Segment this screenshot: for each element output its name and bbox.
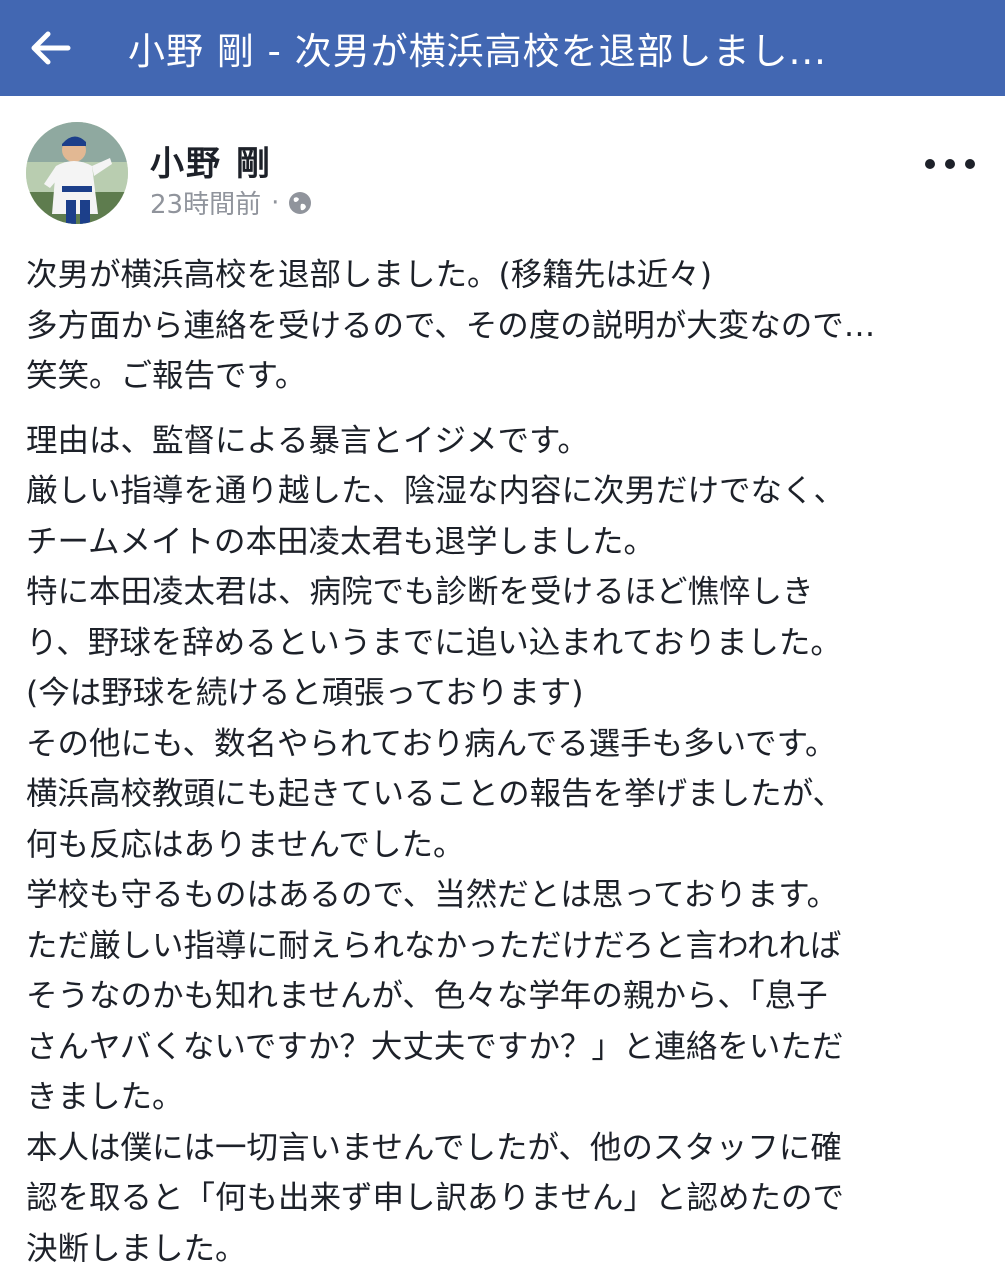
post-line: り、野球を辞めるというまでに追い込まれておりました。	[26, 618, 986, 669]
post-line: 笑笑。ご報告です。	[26, 351, 986, 402]
post-paragraph: 次男が横浜高校を退部しました。(移籍先は近々) 多方面から連絡を受けるので、その…	[26, 250, 986, 402]
avatar-image	[26, 122, 128, 224]
more-dot-icon	[945, 159, 955, 169]
post-timestamp[interactable]: 23時間前	[150, 184, 261, 221]
post-line: 次男が横浜高校を退部しました。(移籍先は近々)	[26, 250, 986, 301]
post-line: 特に本田凌太君は、病院でも診断を受けるほど憔悴しき	[26, 567, 986, 618]
globe-icon	[287, 190, 313, 216]
more-dot-icon	[965, 159, 975, 169]
post-line: 理由は、監督による暴言とイジメです。	[26, 416, 986, 467]
post-header: 小野 剛 23時間前 ·	[0, 96, 1005, 236]
post-line: 決断しました。	[26, 1224, 986, 1274]
post-line: 認を取ると「何も出来ず申し訳ありません」と認めたので	[26, 1173, 986, 1224]
post-line: (今は野球を続けると頑張っております)	[26, 668, 986, 719]
post-paragraph: 理由は、監督による暴言とイジメです。 厳しい指導を通り越した、陰湿な内容に次男だ…	[26, 416, 986, 1274]
post-line: さんヤバくないですか？大丈夫ですか？」と連絡をいただ	[26, 1022, 986, 1073]
post-line: 横浜高校教頭にも起きていることの報告を挙げましたが、	[26, 769, 986, 820]
back-arrow-icon	[28, 30, 72, 66]
post-line: 学校も守るものはあるので、当然だとは思っております。	[26, 870, 986, 921]
app-bar: 小野 剛 - 次男が横浜高校を退部しまし...	[0, 0, 1005, 96]
post-line: 厳しい指導を通り越した、陰湿な内容に次男だけでなく、	[26, 466, 986, 517]
page-title: 小野 剛 - 次男が横浜高校を退部しまし...	[128, 21, 827, 75]
post-line: 多方面から連絡を受けるので、その度の説明が大変なので…	[26, 301, 986, 352]
post-meta: 23時間前 ·	[150, 184, 313, 221]
back-button[interactable]	[0, 0, 100, 96]
post-line: 何も反応はありませんでした。	[26, 820, 986, 871]
post-line: チームメイトの本田凌太君も退学しました。	[26, 517, 986, 568]
post-line: その他にも、数名やられており病んでる選手も多いです。	[26, 719, 986, 770]
meta-separator: ·	[271, 188, 279, 218]
more-options-button[interactable]	[925, 144, 975, 184]
post-body: 次男が横浜高校を退部しました。(移籍先は近々) 多方面から連絡を受けるので、その…	[26, 250, 986, 1274]
post-line: 本人は僕には一切言いませんでしたが、他のスタッフに確	[26, 1123, 986, 1174]
post-line: ただ厳しい指導に耐えられなかっただけだろと言われれば	[26, 921, 986, 972]
post-line: きました。	[26, 1072, 986, 1123]
author-name[interactable]: 小野 剛	[150, 136, 272, 185]
more-dot-icon	[925, 159, 935, 169]
avatar[interactable]	[26, 122, 128, 224]
post-line: そうなのかも知れませんが、色々な学年の親から、「息子	[26, 971, 986, 1022]
